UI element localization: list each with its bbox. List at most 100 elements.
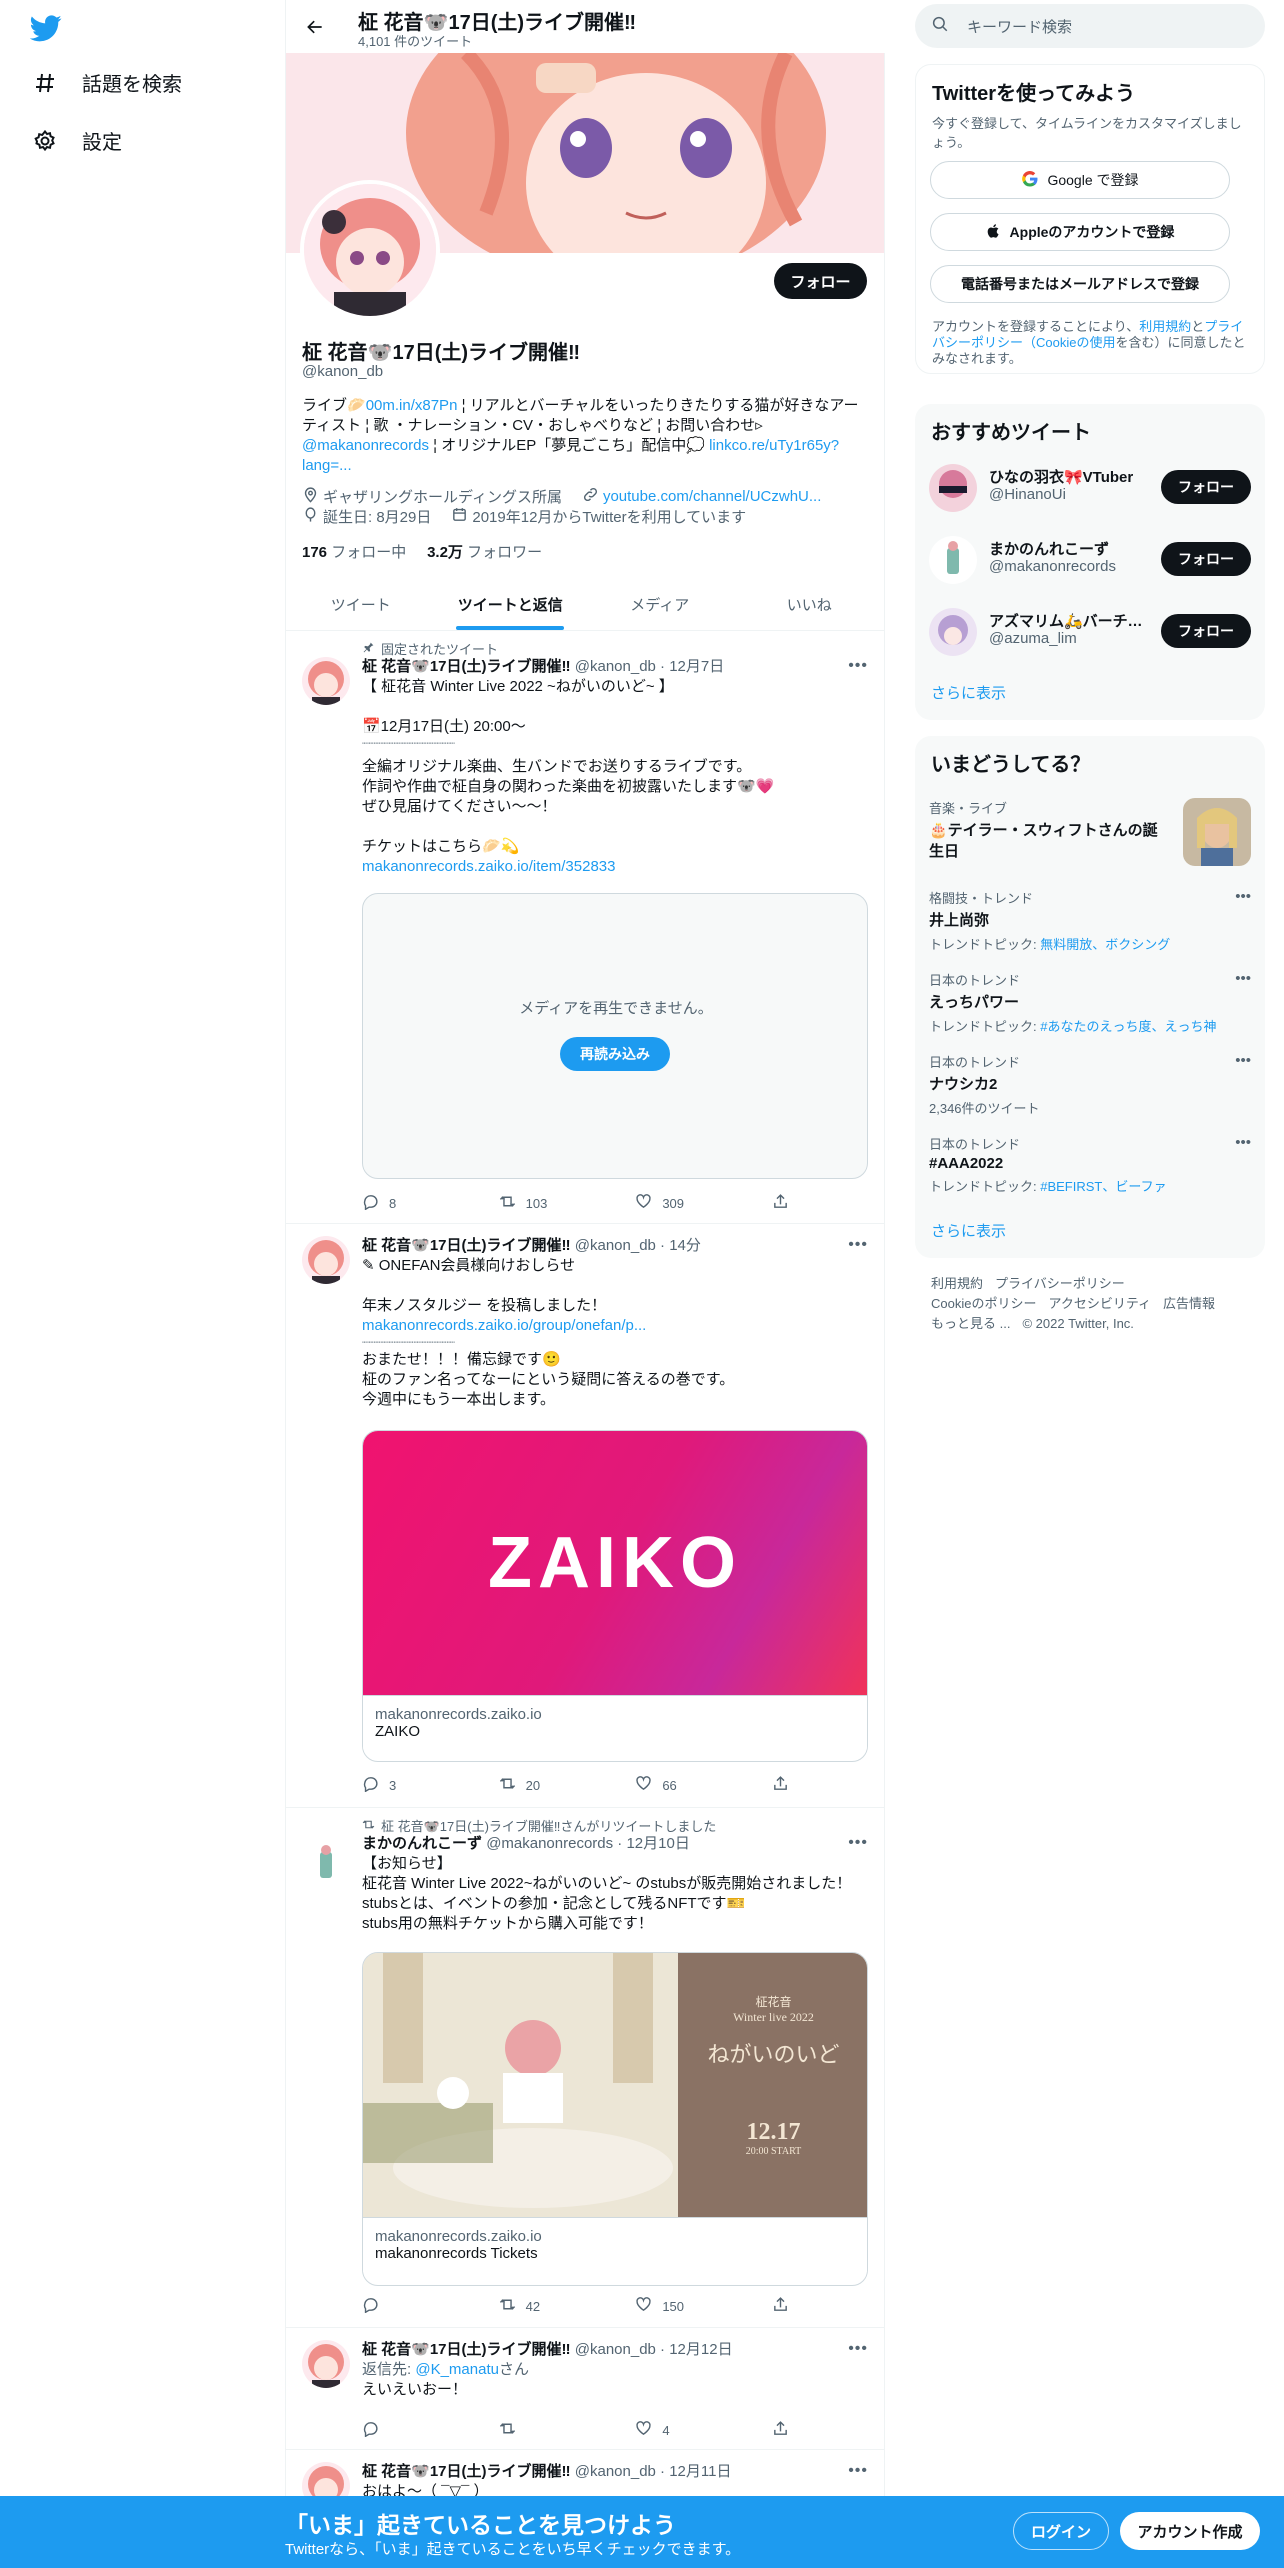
footer-link[interactable]: プライバシーポリシー — [995, 1276, 1125, 1291]
following-link[interactable]: 176 フォロー中 — [302, 544, 406, 561]
tweet-author-name[interactable]: 柾 花音🐨17日(土)ライブ開催‼ — [362, 1237, 571, 1254]
profile-avatar[interactable] — [300, 180, 440, 320]
reply-button[interactable]: 8 — [362, 1193, 452, 1213]
bio-link[interactable]: 00m.in/x87Pn — [366, 397, 458, 414]
footer-link[interactable]: 広告情報 — [1163, 1296, 1215, 1311]
tweet-author-name[interactable]: まかのんれこーず — [362, 1835, 482, 1852]
tab-media[interactable]: メディア — [585, 578, 735, 630]
share-icon — [772, 1775, 789, 1795]
recommend-user[interactable]: まかのんれこーず @makanonrecords フォロー — [929, 532, 1251, 586]
reply-to-mention[interactable]: @K_manatu — [415, 2361, 499, 2378]
retweet-button[interactable]: 42 — [499, 2296, 589, 2316]
footer-link[interactable]: アクセシビリティ — [1048, 1296, 1151, 1311]
trend-item[interactable]: 日本のトレンド ナウシカ2 2,346件のツイート ••• — [929, 1052, 1251, 1117]
google-signup-button[interactable]: Google で登録 — [930, 161, 1230, 199]
apple-signup-button[interactable]: Appleのアカウントで登録 — [930, 213, 1230, 251]
google-icon — [1021, 170, 1039, 191]
like-button[interactable]: 309 — [635, 1193, 725, 1213]
search-icon — [931, 15, 949, 37]
tab-tweets[interactable]: ツイート — [286, 578, 436, 630]
like-button[interactable]: 4 — [635, 2420, 725, 2440]
follow-button[interactable]: フォロー — [1161, 542, 1251, 576]
tweet-pinned[interactable]: 固定されたツイート ••• 柾 花音🐨17日(土)ライブ開催‼ @kanon_d… — [286, 631, 884, 1224]
follow-button[interactable]: フォロー — [774, 263, 867, 299]
tweet-handle-time[interactable]: @kanon_db · 12月7日 — [575, 658, 724, 675]
recommend-user[interactable]: アズマリム🛵バーチャル… @azuma_lim フォロー — [929, 604, 1251, 658]
trend-item[interactable]: 日本のトレンド #AAA2022 トレンドトピック: #BEFIRST、ビーファ… — [929, 1134, 1251, 1195]
tweet-link[interactable]: makanonrecords.zaiko.io/group/onefan/p..… — [362, 1317, 646, 1334]
profile-website[interactable]: youtube.com/channel/UCzwhU... — [603, 488, 821, 505]
profile-joined: 2019年12月からTwitterを利用しています — [472, 509, 747, 526]
reply-button[interactable] — [362, 2420, 452, 2440]
signup-subtitle: 今すぐ登録して、タイムラインをカスタマイズしましょう。 — [932, 116, 1242, 150]
like-button[interactable]: 150 — [635, 2296, 725, 2316]
trend-item[interactable]: 格闘技・トレンド 井上尚弥 トレンドトピック: 無料開放、ボクシング ••• — [929, 888, 1251, 953]
reload-button[interactable]: 再読み込み — [560, 1037, 670, 1071]
share-icon — [772, 1193, 789, 1213]
bio-mention[interactable]: @makanonrecords — [302, 437, 429, 454]
tweet-avatar[interactable] — [302, 1236, 350, 1284]
footer-more-link[interactable]: もっと見る ... — [931, 1316, 1010, 1331]
tweet-handle-time[interactable]: @kanon_db · 12月12日 — [575, 2341, 733, 2358]
retweet-button[interactable]: 20 — [499, 1775, 589, 1795]
trend-item[interactable]: 日本のトレンド えっちパワー トレンドトピック: #あなたのえっち度、えっち神 … — [929, 970, 1251, 1035]
retweet-label-row: 柾 花音🐨17日(土)ライブ開催‼さんがリツイートしました — [362, 1816, 716, 1835]
tweet-retweeted[interactable]: 柾 花音🐨17日(土)ライブ開催‼さんがリツイートしました ••• まかのんれこ… — [286, 1808, 884, 2328]
signup-button[interactable]: アカウント作成 — [1120, 2512, 1260, 2550]
profile-location: ギャザリングホールディングス所属 — [323, 489, 562, 506]
phone-signup-button[interactable]: 電話番号またはメールアドレスで登録 — [930, 265, 1230, 303]
tweet-link[interactable]: makanonrecords.zaiko.io/item/352833 — [362, 858, 615, 875]
nav-explore[interactable]: 話題を検索 — [32, 68, 182, 97]
share-button[interactable] — [772, 1193, 792, 1213]
follow-button[interactable]: フォロー — [1161, 470, 1251, 504]
followers-link[interactable]: 3.2万 フォロワー — [427, 544, 542, 561]
media-player[interactable]: メディアを再生できません。 再読み込み — [362, 893, 868, 1179]
more-options-icon[interactable]: ••• — [1235, 1052, 1251, 1069]
tweet-author-name[interactable]: 柾 花音🐨17日(土)ライブ開催‼ — [362, 658, 571, 675]
tweet-author-name[interactable]: 柾 花音🐨17日(土)ライブ開催‼ — [362, 2463, 571, 2480]
reply-button[interactable] — [362, 2296, 452, 2316]
more-options-icon[interactable]: ••• — [1235, 888, 1251, 905]
footer-links: 利用規約 プライバシーポリシー Cookieのポリシー アクセシビリティ 広告情報 も… — [931, 1274, 1251, 1334]
tweet-handle-time[interactable]: @kanon_db · 14分 — [575, 1237, 701, 1254]
link-card[interactable]: ZAIKO makanonrecords.zaiko.io ZAIKO — [362, 1430, 868, 1762]
tab-tweets-and-replies[interactable]: ツイートと返信 — [436, 578, 586, 630]
trend-item[interactable]: 音楽・ライブ 🎂テイラー・スウィフトさんの誕生日 — [929, 798, 1251, 866]
tweet-reply[interactable]: ••• 柾 花音🐨17日(土)ライブ開催‼ @kanon_db · 12月12日… — [286, 2328, 884, 2450]
search-box[interactable]: キーワード検索 — [915, 4, 1265, 48]
retweet-button[interactable] — [499, 2420, 589, 2440]
back-arrow-icon[interactable] — [300, 12, 330, 42]
show-more-link[interactable]: さらに表示 — [931, 682, 1006, 703]
retweet-button[interactable]: 103 — [499, 1193, 589, 1213]
share-button[interactable] — [772, 2296, 792, 2316]
show-more-link[interactable]: さらに表示 — [931, 1220, 1006, 1241]
more-options-icon[interactable]: ••• — [1235, 1134, 1251, 1151]
more-options-icon[interactable]: ••• — [1235, 970, 1251, 987]
follow-button[interactable]: フォロー — [1161, 614, 1251, 648]
tweet-avatar[interactable] — [302, 1840, 350, 1888]
tweet-avatar[interactable] — [302, 2340, 350, 2388]
trends-box: いまどうしてる？ 音楽・ライブ 🎂テイラー・スウィフトさんの誕生日 格闘技・トレ… — [915, 736, 1265, 1258]
tweet-handle-time[interactable]: @makanonrecords · 12月10日 — [486, 1835, 690, 1852]
tweet-author-name[interactable]: 柾 花音🐨17日(土)ライブ開催‼ — [362, 2341, 571, 2358]
recommend-user[interactable]: ひなの羽衣🎀VTuber @HinanoUi フォロー — [929, 460, 1251, 514]
tweet[interactable]: ••• 柾 花音🐨17日(土)ライブ開催‼ @kanon_db · 14分 ✎ … — [286, 1224, 884, 1808]
nav-settings[interactable]: 設定 — [32, 126, 122, 155]
tweet-avatar[interactable] — [302, 657, 350, 705]
nav-settings-label: 設定 — [82, 132, 122, 154]
share-button[interactable] — [772, 1775, 792, 1795]
left-nav: 話題を検索 設定 — [0, 0, 285, 2500]
reply-button[interactable]: 3 — [362, 1775, 452, 1795]
reply-icon — [362, 1775, 379, 1795]
share-button[interactable] — [772, 2420, 792, 2440]
footer-link[interactable]: Cookieのポリシー — [931, 1296, 1036, 1311]
terms-link[interactable]: 利用規約 — [1139, 319, 1191, 334]
tab-likes[interactable]: いいね — [735, 578, 885, 630]
footer-link[interactable]: 利用規約 — [931, 1276, 983, 1291]
like-button[interactable]: 66 — [635, 1775, 725, 1795]
twitter-logo-icon[interactable] — [29, 12, 66, 48]
tweet-handle-time[interactable]: @kanon_db · 12月11日 — [575, 2463, 732, 2480]
search-input[interactable]: キーワード検索 — [967, 16, 1072, 37]
link-card[interactable]: 柾花音 Winter live 2022 ねがいのいど 12.17 20:00 … — [362, 1952, 868, 2286]
login-button[interactable]: ログイン — [1013, 2512, 1109, 2550]
